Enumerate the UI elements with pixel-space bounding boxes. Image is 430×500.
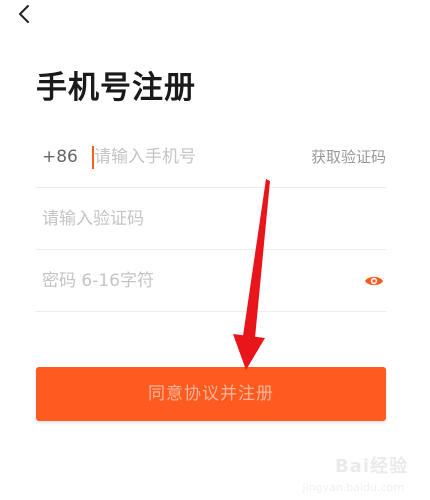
phone-input[interactable] <box>94 142 294 172</box>
get-code-button[interactable]: 获取验证码 <box>311 146 386 168</box>
agree-and-register-button[interactable]: 同意协议并注册 <box>36 367 386 421</box>
watermark-sub: jingyan.baidu.com <box>302 481 404 494</box>
back-button[interactable] <box>10 0 38 28</box>
password-input[interactable] <box>42 266 332 296</box>
code-row <box>36 188 386 250</box>
eye-icon <box>365 276 383 286</box>
chevron-left-icon <box>19 5 29 23</box>
phone-register-screen: 手机号注册 +86 获取验证码 同意协议并注册 Bai经验 jingyan.ba… <box>0 0 430 500</box>
password-visibility-toggle[interactable] <box>364 272 384 290</box>
code-input[interactable] <box>42 204 342 234</box>
phone-row: +86 获取验证码 <box>36 126 386 188</box>
page-title: 手机号注册 <box>36 70 196 106</box>
country-code[interactable]: +86 <box>42 146 78 168</box>
password-row <box>36 250 386 312</box>
watermark: Bai经验 <box>334 456 408 477</box>
